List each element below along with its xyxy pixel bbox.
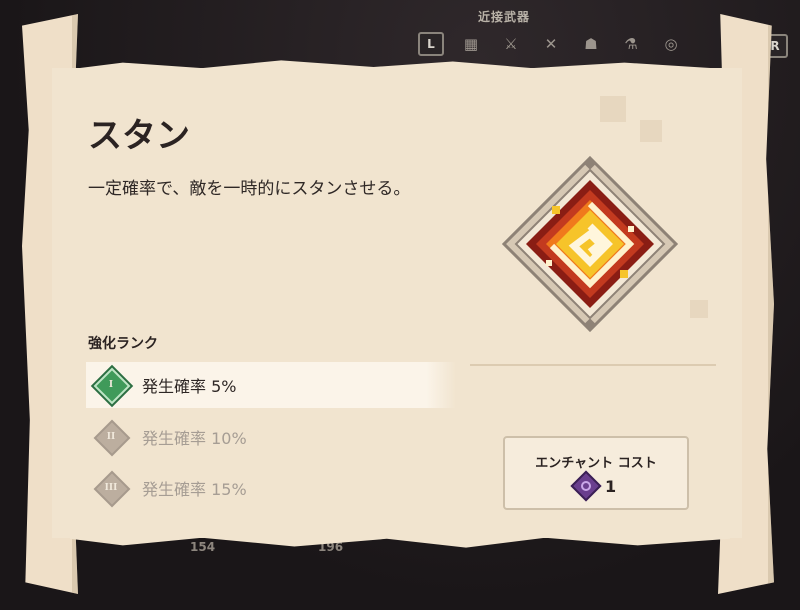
rank-label: 発生確率 15% bbox=[142, 480, 247, 499]
enchantment-point-icon bbox=[570, 470, 602, 502]
rank-row-1[interactable]: I 発生確率 5% bbox=[86, 362, 456, 408]
enchant-screen: 近接武器 L ▦ ⚔ ✕ ☗ ⚗ ◎ R 154 196 スタン 一定確率で、敵… bbox=[0, 0, 800, 610]
toolbar: L ▦ ⚔ ✕ ☗ ⚗ ◎ bbox=[418, 32, 684, 56]
rank-heading: 強化ランク bbox=[88, 336, 158, 352]
rank-row-2[interactable]: II 発生確率 10% bbox=[86, 414, 456, 460]
key-l-hint[interactable]: L bbox=[418, 32, 444, 56]
divider bbox=[470, 364, 716, 366]
rank-badge-icon: I bbox=[93, 367, 131, 405]
potion-icon[interactable]: ⚗ bbox=[618, 32, 644, 56]
enchant-spiral-icon[interactable]: ◎ bbox=[658, 32, 684, 56]
pixel-decoration bbox=[690, 300, 708, 318]
rank-label: 発生確率 10% bbox=[142, 429, 247, 448]
bottom-count: 154 bbox=[190, 540, 216, 554]
grid-icon[interactable]: ▦ bbox=[458, 32, 484, 56]
cost-number: 1 bbox=[605, 476, 617, 496]
rank-badge-icon: III bbox=[93, 470, 131, 508]
enchant-title: スタン bbox=[88, 116, 190, 156]
rank-badge-icon: II bbox=[93, 419, 131, 457]
stun-spiral-icon bbox=[502, 156, 678, 332]
cost-title: エンチャント コスト bbox=[535, 456, 657, 471]
cost-value: 1 bbox=[570, 470, 617, 502]
enchant-description: 一定確率で、敵を一時的にスタンさせる。 bbox=[88, 179, 411, 199]
category-label: 近接武器 bbox=[478, 10, 531, 24]
rank-row-3[interactable]: III 発生確率 15% bbox=[86, 465, 456, 511]
armor-icon[interactable]: ☗ bbox=[578, 32, 604, 56]
torn-edge-bottom bbox=[70, 530, 730, 548]
enchant-cost-box: エンチャント コスト 1 bbox=[503, 436, 689, 510]
sword-icon[interactable]: ⚔ bbox=[498, 32, 524, 56]
crossbow-icon[interactable]: ✕ bbox=[538, 32, 564, 56]
pixel-decoration bbox=[640, 120, 662, 142]
rank-label: 発生確率 5% bbox=[142, 377, 237, 396]
torn-edge-top bbox=[70, 60, 730, 78]
pixel-decoration bbox=[600, 96, 626, 122]
